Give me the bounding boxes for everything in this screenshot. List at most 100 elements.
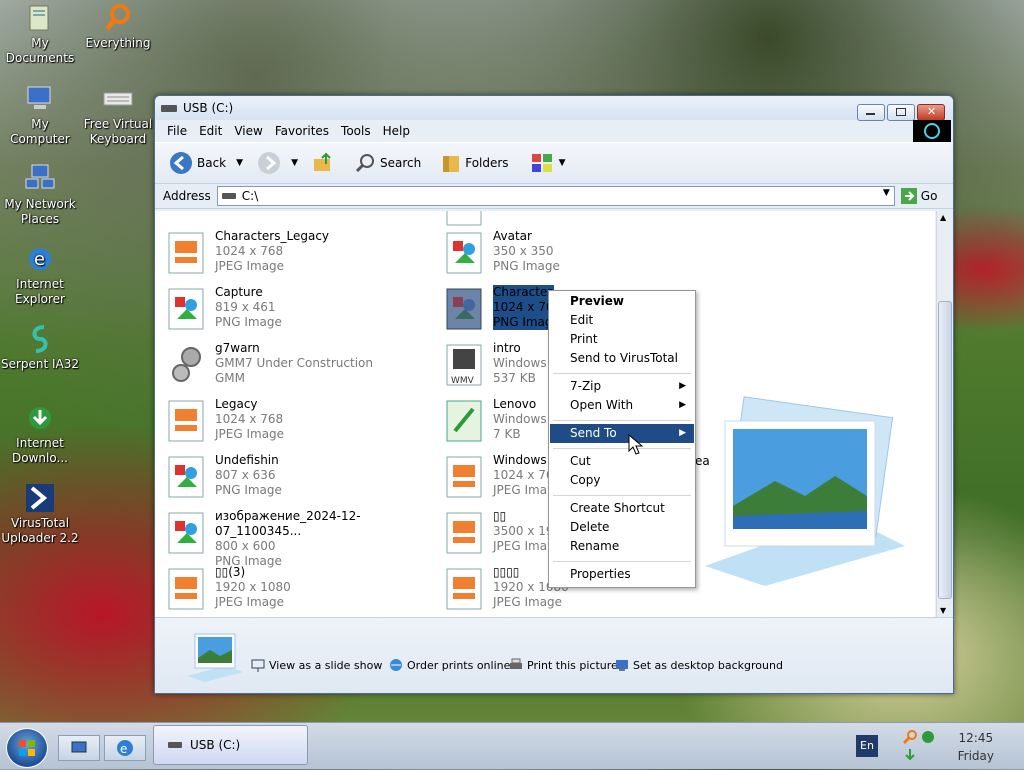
file-item[interactable]: ▯▯(3) 1920 x 1080 JPEG Image [167, 565, 437, 617]
maximize-button[interactable] [887, 104, 915, 121]
scroll-up-icon[interactable]: ▲ [940, 213, 946, 222]
desktop-icon-my-documents[interactable]: My Documents [0, 2, 80, 66]
context-item-create-shortcut[interactable]: Create Shortcut [550, 499, 694, 518]
title-bar[interactable]: USB (C:) ✕ [155, 96, 953, 121]
context-item-preview[interactable]: Preview [550, 292, 694, 311]
context-item-delete[interactable]: Delete [550, 518, 694, 537]
menu-favorites[interactable]: Favorites [269, 124, 335, 138]
folders-label: Folders [465, 156, 509, 170]
forward-button[interactable]: ▼ [253, 149, 302, 177]
windows-flag-icon [19, 740, 35, 756]
jpeg-file-icon [168, 232, 204, 274]
file-item[interactable]: Avatar 350 x 350 PNG Image [445, 229, 715, 281]
drive-icon [168, 742, 182, 748]
desktop-icon-my-computer[interactable]: My Computer [0, 83, 80, 147]
file-item[interactable]: Characters_Legacy 1024 x 768 JPEG Image [167, 229, 437, 281]
show-desktop-button[interactable] [58, 735, 100, 761]
close-button[interactable]: ✕ [917, 104, 945, 121]
png-file-icon [446, 232, 482, 274]
slideshow-icon [251, 659, 265, 672]
chevron-down-icon[interactable]: ▼ [236, 158, 243, 168]
menu-view[interactable]: View [228, 124, 268, 138]
windows-logo-icon [913, 120, 951, 142]
back-label: Back [197, 156, 227, 170]
view-slideshow-link[interactable]: View as a slide show [251, 658, 382, 672]
drive-icon [221, 193, 236, 199]
context-item-7zip[interactable]: 7-Zip ▶ [550, 377, 694, 396]
chevron-down-icon[interactable]: ▼ [883, 188, 890, 198]
desktop-icon-internet-download[interactable]: Internet Downlo... [0, 402, 80, 466]
desktop-icon-label: Everything [85, 36, 151, 50]
folders-icon [443, 156, 460, 172]
desktop-icon-internet-explorer[interactable]: e Internet Explorer [0, 243, 80, 307]
file-item[interactable]: изображение_2024-12-07_1100345... 800 x 6… [167, 509, 437, 568]
tray-download-icon[interactable] [902, 747, 918, 763]
desktop-icon-everything[interactable]: Everything [78, 2, 158, 51]
clock-time: 12:45 [958, 731, 994, 745]
address-input[interactable]: C:\ ▼ [216, 186, 895, 206]
menu-edit[interactable]: Edit [193, 124, 228, 138]
show-desktop-icon [71, 741, 87, 753]
tray-network-icon[interactable] [920, 729, 936, 745]
chevron-down-icon[interactable]: ▼ [291, 158, 298, 168]
svg-text:e: e [34, 249, 45, 270]
desktop-icon-label: Serpent IA32 [0, 357, 80, 371]
set-background-link[interactable]: Set as desktop background [615, 658, 783, 672]
scroll-down-icon[interactable]: ▼ [940, 606, 946, 615]
search-button[interactable]: Search [350, 150, 425, 176]
order-prints-link[interactable]: Order prints online [389, 658, 510, 672]
vertical-scrollbar[interactable]: ▲ ▼ [936, 211, 952, 617]
context-item-edit[interactable]: Edit [550, 311, 694, 330]
serpent-icon [32, 325, 48, 353]
desktop-icon-label: Internet Explorer [15, 277, 65, 306]
png-file-icon [168, 456, 204, 498]
context-item-send-to-virustotal[interactable]: Send to VirusTotal [550, 349, 694, 368]
go-arrow-icon [900, 188, 917, 204]
up-folder-button[interactable] [308, 150, 338, 176]
chevron-down-icon: ▼ [558, 158, 566, 168]
folders-button[interactable]: Folders [437, 150, 512, 176]
internet-explorer-icon: e [29, 248, 51, 270]
print-picture-link[interactable]: Print this picture [509, 658, 618, 672]
tray-everything-icon[interactable] [902, 729, 918, 745]
toolbar: Back ▼ ▼ Search Folders ▼ [155, 142, 953, 184]
context-item-open-with[interactable]: Open With ▶ [550, 396, 694, 415]
back-button[interactable]: Back ▼ [165, 149, 247, 177]
context-item-send-to[interactable]: Send To ▶ [550, 424, 694, 443]
menu-bar: File Edit View Favorites Tools Help [155, 120, 953, 142]
virustotal-icon [26, 484, 54, 512]
quicklaunch-ie-button[interactable]: e [104, 735, 146, 761]
menu-file[interactable]: File [161, 124, 193, 138]
desktop-icon-virustotal[interactable]: VirusTotal Uploader 2.2 [0, 482, 80, 546]
desktop-icon-my-network-places[interactable]: My Network Places [0, 163, 80, 227]
context-item-copy[interactable]: Copy [550, 471, 694, 490]
context-item-cut[interactable]: Cut [550, 452, 694, 471]
desktop-icon-serpent[interactable]: Serpent IA32 [0, 323, 80, 372]
maximize-icon [896, 108, 906, 116]
file-item[interactable]: g7warn GMM7 Under Construction GMM [167, 341, 437, 393]
desktop-icon-free-virtual-keyboard[interactable]: Free Virtual Keyboard [78, 83, 158, 147]
context-item-rename[interactable]: Rename [550, 537, 694, 556]
file-item[interactable]: Undefishin 807 x 636 PNG Image [167, 453, 437, 505]
minimize-icon [866, 113, 875, 115]
language-indicator[interactable]: En [856, 735, 878, 757]
context-item-properties[interactable]: Properties [550, 565, 694, 584]
menu-tools[interactable]: Tools [335, 124, 377, 138]
scrollbar-thumb[interactable] [938, 301, 952, 599]
taskbar-button-usb[interactable]: USB (C:) [153, 725, 308, 765]
address-bar: Address C:\ ▼ Go [155, 184, 953, 209]
back-arrow-icon [170, 152, 192, 174]
clock[interactable]: 12:45 Friday [958, 729, 994, 765]
file-item[interactable]: Legacy 1024 x 768 JPEG Image [167, 397, 437, 449]
file-item[interactable]: Capture 819 x 461 PNG Image [167, 285, 437, 337]
svg-text:WMV: WMV [451, 376, 475, 386]
context-item-print[interactable]: Print [550, 330, 694, 349]
jpeg-file-icon [446, 456, 482, 498]
go-button[interactable]: Go [900, 188, 937, 204]
minimize-button[interactable] [857, 104, 885, 121]
menu-separator [553, 373, 691, 374]
menu-help[interactable]: Help [377, 124, 416, 138]
desktop-icon-label: My Network Places [4, 197, 76, 226]
views-button[interactable]: ▼ [527, 150, 570, 176]
start-button[interactable] [6, 728, 48, 768]
